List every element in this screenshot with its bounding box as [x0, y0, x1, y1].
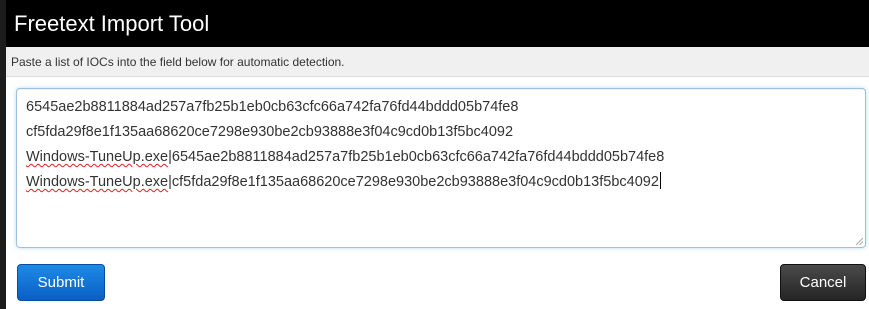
ioc-line: Windows-TuneUp.exe|cf5fda29f8e1f135aa686…	[26, 170, 856, 195]
ioc-filename: Windows-TuneUp.exe	[26, 149, 169, 165]
ioc-hash: 6545ae2b8811884ad257a7fb25b1eb0cb63cfc66…	[171, 149, 665, 165]
cancel-button[interactable]: Cancel	[780, 264, 866, 301]
ioc-line: cf5fda29f8e1f135aa68620ce7298e930be2cb93…	[26, 120, 856, 145]
ioc-hash: 6545ae2b8811884ad257a7fb25b1eb0cb63cfc66…	[26, 99, 519, 115]
ioc-hash: cf5fda29f8e1f135aa68620ce7298e930be2cb93…	[26, 124, 514, 140]
title-bar: Freetext Import Tool	[6, 0, 869, 47]
ioc-hash: cf5fda29f8e1f135aa68620ce7298e930be2cb93…	[171, 174, 659, 190]
instruction-bar: Paste a list of IOCs into the field belo…	[6, 47, 869, 77]
dialog-title: Freetext Import Tool	[14, 11, 210, 36]
ioc-line: 6545ae2b8811884ad257a7fb25b1eb0cb63cfc66…	[26, 95, 856, 120]
instruction-text: Paste a list of IOCs into the field belo…	[11, 55, 345, 69]
ioc-filename: Windows-TuneUp.exe	[26, 174, 169, 190]
ioc-textarea[interactable]: 6545ae2b8811884ad257a7fb25b1eb0cb63cfc66…	[16, 88, 866, 248]
submit-button[interactable]: Submit	[17, 264, 105, 301]
freetext-import-dialog: Freetext Import Tool Paste a list of IOC…	[0, 0, 869, 309]
ioc-line: Windows-TuneUp.exe|6545ae2b8811884ad257a…	[26, 145, 856, 170]
text-caret	[659, 172, 661, 189]
resize-handle-icon[interactable]	[855, 237, 863, 245]
